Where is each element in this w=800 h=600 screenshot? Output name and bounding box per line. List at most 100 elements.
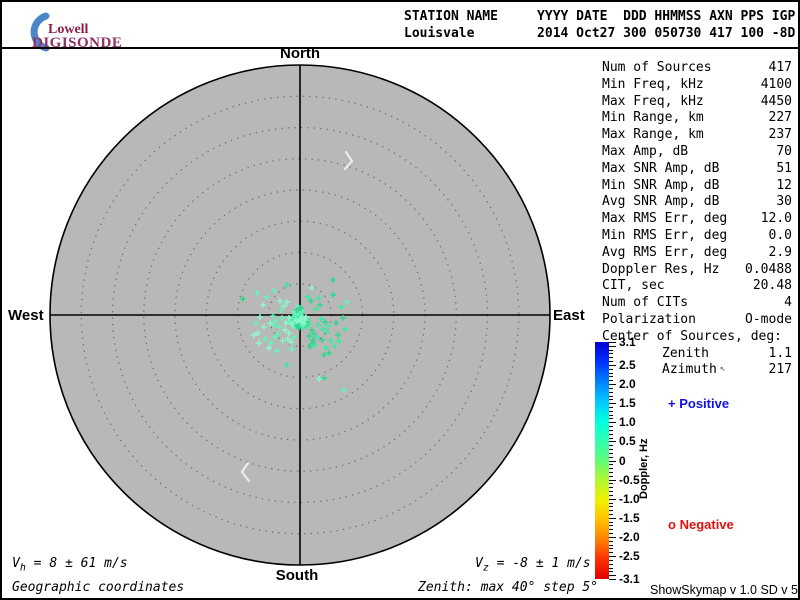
colorbar-tick [609,452,613,454]
colorbar-tick [609,449,613,451]
stat-value: 4 [784,295,792,311]
colorbar-tick [609,342,616,343]
stat-value: 70 [776,143,792,159]
colorbar-tick [609,345,616,347]
stat-label: Min SNR Amp, dB [602,177,720,193]
stat-row-max-snr-amp-db: Max SNR Amp, dB 51 [602,161,792,178]
colorbar-tick [609,361,613,363]
colorbar-tick [609,533,613,535]
stat-value: 20.48 [752,278,792,294]
colorbar-tick-label: 2.5 [619,357,636,372]
colorbar-tick [609,559,613,561]
colorbar-tick-label: 0 [619,453,626,468]
colorbar-tick [609,552,613,554]
compass-south-label: South [275,567,319,584]
colorbar-tick [609,399,613,401]
legend-positive: + Positive [668,396,729,411]
colorbar-tick [609,349,613,351]
colorbar-tick-label: -2.5 [619,549,640,564]
colorbar-tick [609,494,613,496]
stat-value: 12 [776,177,792,193]
stat-row-min-snr-amp-db: Min SNR Amp, dB 12 [602,178,792,195]
colorbar-tick [609,445,613,447]
circle-marker-icon: o [668,517,676,532]
doppler-colorbar: 3.1 2.5 2.0 1.5 1.0 0.5 0 -0.5 -1.0 -1.5 -2.0 -2.5 -… [595,335,640,586]
colorbar-tick [609,563,613,565]
stat-label: Avg RMS Err, deg [602,244,728,260]
stat-label: Max Freq, kHz [602,93,704,109]
colorbar-tick-label: 2.0 [619,377,636,392]
colorbar-tick [609,395,613,397]
stat-label: Polarization [602,311,696,327]
colorbar-tick [609,380,613,382]
colorbar-tick-label: 3.1 [619,335,636,349]
colorbar-tick-label: 1.0 [619,415,636,430]
stat-row-polarization: Polarization O-mode [602,312,792,329]
stat-value: 417 [768,60,792,75]
stat-value: 1.1 [768,345,792,361]
compass-north-label: North [280,45,320,62]
stat-value: 217 [768,362,792,378]
colorbar-tick-label: -0.5 [619,472,640,487]
colorbar-tick [609,502,613,504]
colorbar-tick [609,429,613,431]
zenith-range-note: Zenith: max 40° step 5° [418,580,599,595]
colorbar-tick [609,441,616,443]
stat-value: 227 [768,110,792,126]
stat-row-avg-rms-err-deg: Avg RMS Err, deg 2.9 [602,245,792,262]
stat-row-max-rms-err-deg: Max RMS Err, deg 12.0 [602,211,792,228]
colorbar-tick [609,426,613,428]
stat-row-cit-sec: CIT, sec 20.48 [602,278,792,295]
colorbar-tick [609,471,613,473]
colorbar-tick [609,456,613,458]
colorbar-tick [609,468,613,470]
stat-label: Min RMS Err, deg [602,227,728,243]
colorbar-tick [609,536,616,538]
stat-value: 0.0488 [745,261,792,277]
stat-row-min-range-km: Min Range, km 227 [602,110,792,127]
stat-value: 4100 [760,76,792,92]
stat-label: Max RMS Err, deg [602,211,728,227]
skymap-window: Lowell DIGISONDE STATION NAME YYYY DATE DDD… [0,0,800,600]
stat-value: 12.0 [760,211,792,227]
app-version-label: ShowSkymap v 1.0 SD v 5.1 [650,583,800,597]
stat-row-doppler-res-hz: Doppler Res, Hz 0.0488 [602,262,792,279]
colorbar-tick [609,517,616,519]
stat-label: Azimuth [662,362,717,378]
cursor-arrow-icon: ↖ [719,364,726,375]
stat-label: Min Freq, kHz [602,76,704,92]
colorbar-tick [609,548,613,550]
colorbar-tick [609,433,613,435]
stat-row-min-rms-err-deg: Min RMS Err, deg 0.0 [602,228,792,245]
colorbar-tick [609,437,613,439]
stat-label: Avg SNR Amp, dB [602,194,720,210]
measurement-stats-panel: Num of Sources 417 Min Freq, kHz 4100 Max Fr… [602,60,792,379]
stat-label: Num of CITs [602,295,689,311]
stat-value: O-mode [745,311,792,327]
legend-negative-label: Negative [679,517,734,532]
colorbar-tick [609,384,616,386]
colorbar-tick [609,506,613,508]
stat-row-max-freq-khz: Max Freq, kHz 4450 [602,94,792,111]
colorbar-tick [609,479,616,481]
colorbar-tick [609,410,613,412]
colorbar-tick [609,544,613,546]
colorbar-tick [609,529,613,531]
stat-label: CIT, sec [602,278,665,294]
colorbar-tick [609,460,616,462]
colorbar-tick [609,540,613,542]
colorbar-tick [609,510,613,512]
compass-west-label: West [8,307,44,324]
colorbar-tick [609,391,613,393]
colorbar-tick [609,357,613,359]
colorbar-tick [609,487,613,489]
colorbar-tick-label: 0.5 [619,434,636,449]
stat-row-max-range-km: Max Range, km 237 [602,127,792,144]
stat-row-num-of-sources: Num of Sources 417 [602,60,792,77]
stat-label: Max Amp, dB [602,143,689,159]
colorbar-tick [609,464,613,466]
colorbar-tick-label: -1.5 [619,510,640,525]
colorbar-tick-label: -3.1 [619,572,640,586]
colorbar-tick [609,579,616,580]
stat-value: 0.0 [768,227,792,243]
